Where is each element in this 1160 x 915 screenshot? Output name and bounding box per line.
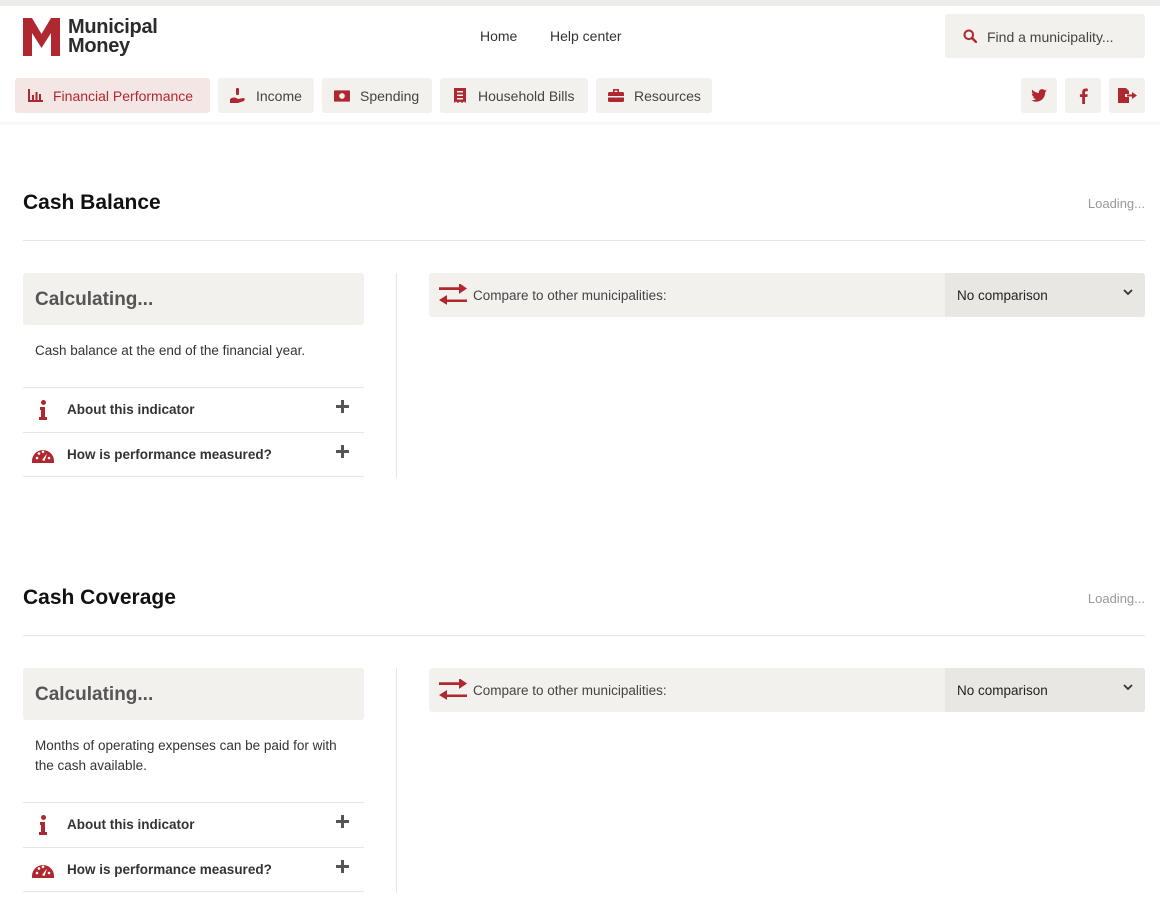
- indicator-description: Months of operating expenses can be paid…: [35, 738, 337, 773]
- facebook-icon: [1079, 88, 1088, 104]
- compare-label: Compare to other municipalities:: [473, 683, 667, 698]
- tab-financial-performance[interactable]: Financial Performance: [15, 78, 210, 113]
- exchange-arrows-icon: [439, 284, 467, 305]
- info-icon: [31, 399, 55, 421]
- indicator-description: Cash balance at the end of the financial…: [35, 343, 306, 358]
- compare-bar: Compare to other municipalities: No comp…: [429, 668, 1145, 712]
- search-input[interactable]: [985, 26, 1139, 48]
- plus-icon: [336, 400, 349, 413]
- tab-label: Financial Performance: [53, 87, 194, 104]
- loading-status: Loading...: [1087, 591, 1145, 606]
- tab-income[interactable]: Income: [218, 78, 314, 113]
- comparison-select[interactable]: No comparison: [945, 668, 1145, 712]
- section-divider: [23, 240, 1145, 241]
- plus-icon: [336, 445, 349, 458]
- export-icon: [1117, 88, 1137, 103]
- money-bill-icon: [334, 88, 350, 104]
- loading-status: Loading...: [1087, 196, 1145, 211]
- section-divider: [23, 635, 1145, 636]
- comparison-select-value: No comparison: [957, 683, 1048, 698]
- compare-bar: Compare to other municipalities: No comp…: [429, 273, 1145, 317]
- hand-holding-dollar-icon: [230, 87, 246, 104]
- plus-icon: [336, 860, 349, 873]
- compare-label: Compare to other municipalities:: [473, 288, 667, 303]
- tab-label: Spending: [360, 87, 420, 104]
- accordion-label: How is performance measured?: [67, 862, 272, 877]
- indicator-value-box: Calculating...: [23, 273, 364, 325]
- tab-resources[interactable]: Resources: [596, 78, 712, 113]
- accordion-performance-measured[interactable]: How is performance measured?: [23, 847, 364, 892]
- section-title-cash-balance: Cash Balance: [23, 191, 161, 214]
- section-title-cash-coverage: Cash Coverage: [23, 586, 176, 609]
- chevron-down-icon: [1123, 289, 1133, 296]
- municipality-search[interactable]: [945, 14, 1145, 58]
- twitter-icon: [1031, 89, 1047, 102]
- receipt-icon: [452, 88, 468, 104]
- accordion-about-indicator[interactable]: About this indicator: [23, 802, 364, 847]
- tab-household-bills[interactable]: Household Bills: [440, 78, 588, 113]
- accordion-label: About this indicator: [67, 402, 195, 417]
- share-twitter-button[interactable]: [1021, 78, 1057, 113]
- share-export-button[interactable]: [1109, 78, 1145, 113]
- indicator-value: Calculating...: [35, 684, 154, 705]
- site-header: Municipal Money Home Help center: [0, 6, 1160, 66]
- tab-spending[interactable]: Spending: [322, 78, 432, 113]
- comparison-select[interactable]: No comparison: [945, 273, 1145, 317]
- column-divider: [396, 668, 397, 893]
- exchange-arrows-icon: [439, 679, 467, 700]
- gauge-icon: [31, 859, 55, 881]
- tab-label: Household Bills: [478, 87, 575, 104]
- share-facebook-button[interactable]: [1065, 78, 1101, 113]
- plus-icon: [336, 815, 349, 828]
- tab-label: Resources: [634, 87, 701, 104]
- accordion-about-indicator[interactable]: About this indicator: [23, 387, 364, 432]
- comparison-select-value: No comparison: [957, 288, 1048, 303]
- nav-help-center-link[interactable]: Help center: [550, 28, 622, 44]
- toolbox-icon: [608, 88, 624, 104]
- chevron-down-icon: [1123, 684, 1133, 691]
- info-icon: [31, 814, 55, 836]
- tab-label: Income: [256, 87, 302, 104]
- nav-home-link[interactable]: Home: [480, 28, 517, 44]
- indicator-value-box: Calculating...: [23, 668, 364, 720]
- section-tabbar: Financial Performance Income Spending Ho…: [0, 66, 1160, 122]
- indicator-value: Calculating...: [35, 289, 154, 310]
- gauge-icon: [31, 444, 55, 466]
- column-divider: [396, 273, 397, 478]
- chart-bar-icon: [27, 88, 43, 104]
- logo[interactable]: Municipal Money: [23, 17, 158, 57]
- accordion-label: About this indicator: [67, 817, 195, 832]
- accordion-label: How is performance measured?: [67, 447, 272, 462]
- accordion-performance-measured[interactable]: How is performance measured?: [23, 432, 364, 477]
- search-icon: [963, 29, 977, 43]
- logo-line2: Money: [68, 35, 130, 57]
- municipal-money-m-icon: [23, 18, 60, 56]
